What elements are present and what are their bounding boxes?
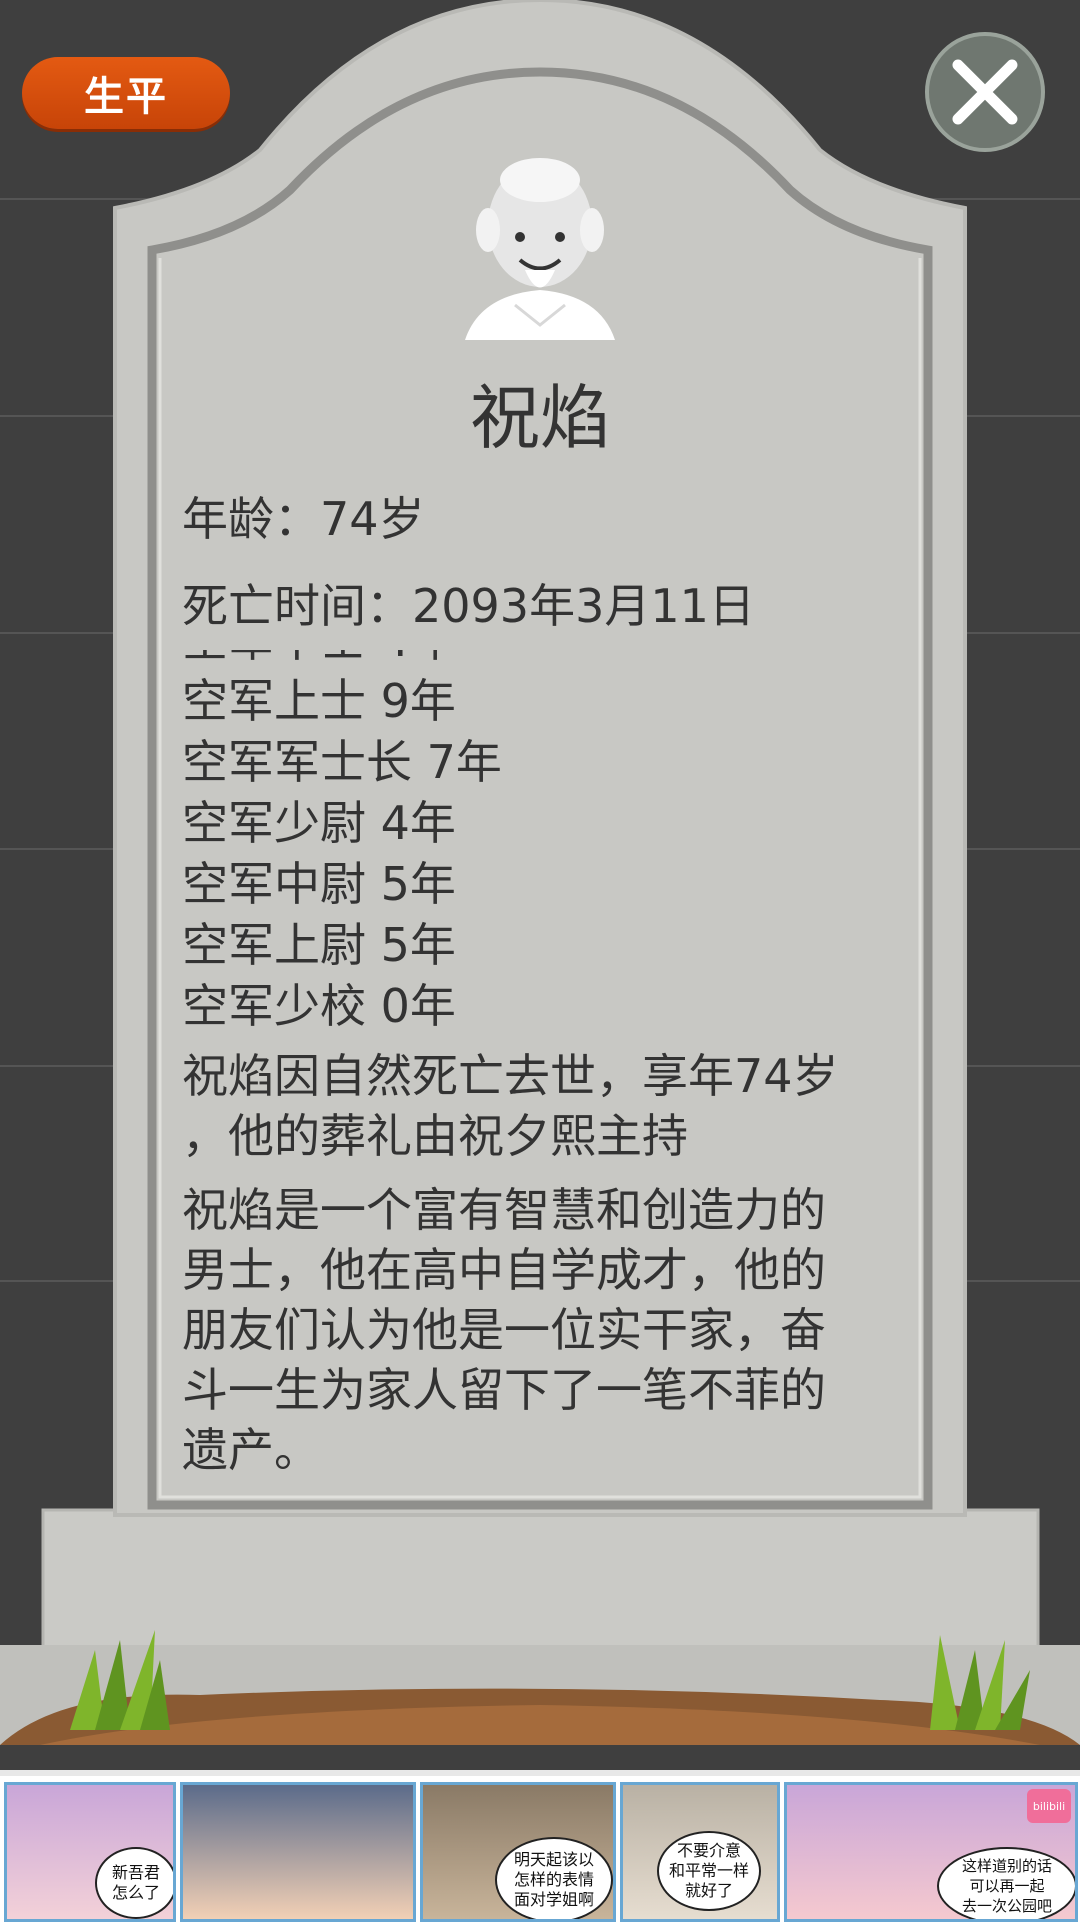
biography-line: 遗产。	[182, 1423, 320, 1477]
ad-bubble: 新吾君 怎么了	[95, 1847, 173, 1919]
ad-panel: 新吾君 怎么了	[4, 1782, 176, 1922]
career-item: 空军中尉 5年	[182, 857, 456, 911]
ad-bubble: 明天起该以 怎样的表情 面对学姐啊	[495, 1837, 613, 1919]
ad-bubble: 这样道别的话 可以再一起 去一次公园吧	[937, 1847, 1075, 1919]
biography-line: 祝焰是一个富有智慧和创造力的	[182, 1183, 826, 1237]
death-date-line: 死亡时间：2093年3月11日	[182, 579, 755, 633]
ad-brand-logo: bilibili	[1027, 1789, 1071, 1823]
biography-line: 斗一生为家人留下了一笔不菲的	[182, 1363, 826, 1417]
biography-line: 男士，他在高中自学成才，他的	[182, 1243, 826, 1297]
career-item: 空军中士 4年	[182, 650, 502, 671]
age-line: 年龄：74岁	[182, 492, 425, 546]
career-item: 空军上尉 5年	[182, 918, 456, 972]
death-summary-line: 祝焰因自然死亡去世，享年74岁	[182, 1049, 839, 1103]
death-summary-line: ，他的葬礼由祝夕熙主持	[182, 1109, 688, 1163]
biography-line: 朋友们认为他是一位实干家，奋	[182, 1303, 826, 1357]
ad-banner[interactable]: 新吾君 怎么了 明天起该以 怎样的表情 面对学姐啊 不要介意 和平常一样 就好了…	[0, 1770, 1080, 1926]
career-item: 空军少尉 4年	[182, 796, 456, 850]
biography: 祝焰是一个富有智慧和创造力的 男士，他在高中自学成才，他的 朋友们认为他是一位实…	[182, 1180, 882, 1480]
ad-panel: 不要介意 和平常一样 就好了	[620, 1782, 780, 1922]
career-list[interactable]: 空军中士 4年 空军上士 9年 空军军士长 7年 空军少尉 4年 空军中尉 5年…	[182, 650, 882, 1030]
career-item: 空军军士长 7年	[182, 735, 502, 789]
career-item: 空军上士 9年	[182, 674, 456, 728]
ad-panel: 明天起该以 怎样的表情 面对学姐啊	[420, 1782, 616, 1922]
close-icon	[952, 59, 1018, 125]
avatar	[465, 158, 615, 340]
life-button[interactable]: 生平	[22, 57, 230, 129]
close-button[interactable]	[925, 32, 1045, 152]
career-item: 空军少校 0年	[182, 979, 456, 1030]
ad-panel	[180, 1782, 416, 1922]
person-name: 祝焰	[470, 377, 610, 459]
ad-bubble: 不要介意 和平常一样 就好了	[657, 1831, 761, 1911]
ad-panel: 这样道别的话 可以再一起 去一次公园吧 bilibili	[784, 1782, 1078, 1922]
death-summary: 祝焰因自然死亡去世，享年74岁 ，他的葬礼由祝夕熙主持	[182, 1046, 882, 1166]
